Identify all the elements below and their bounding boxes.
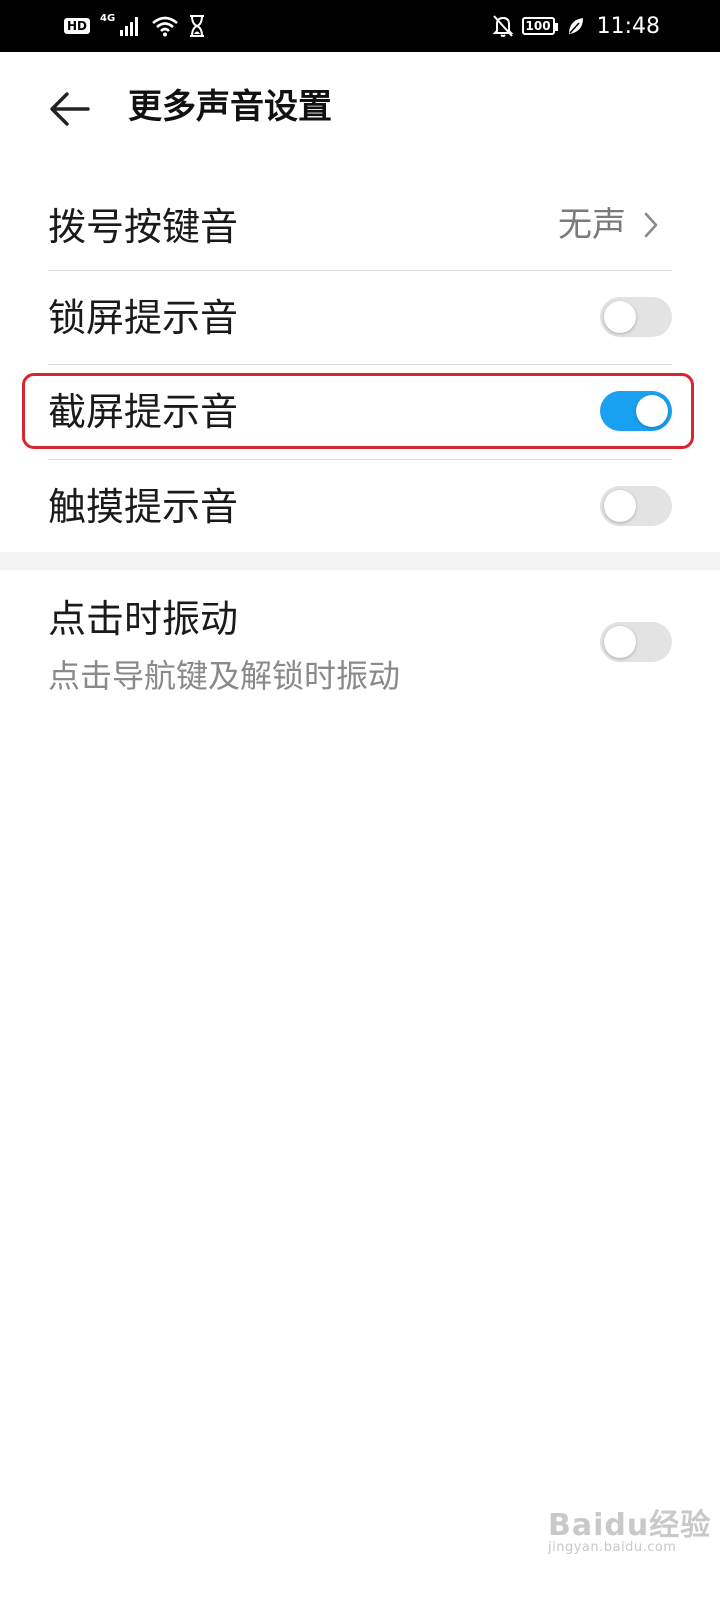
vibrate-on-tap-toggle[interactable]: [600, 622, 672, 662]
toggle-knob: [604, 626, 636, 658]
network-type-label: 4G: [100, 12, 116, 24]
leaf-icon: [568, 18, 583, 34]
vibrate-on-tap-label: 点击时振动: [48, 597, 239, 641]
battery-icon: 100: [521, 17, 558, 35]
dial-tone-label: 拨号按键音: [48, 205, 239, 249]
hourglass-icon: [190, 15, 205, 37]
lock-sound-label: 锁屏提示音: [48, 296, 239, 340]
dial-tone-value: 无声: [558, 205, 626, 245]
hd-badge: HD: [64, 18, 91, 34]
toggle-knob: [604, 490, 636, 522]
app-header: 更多声音设置: [0, 52, 720, 164]
clock: 11:48: [596, 13, 660, 39]
status-bar: HD 4G 100 11:48: [0, 0, 720, 52]
chevron-right-icon: [644, 212, 658, 238]
section-separator: [0, 552, 720, 570]
touch-sound-label: 触摸提示音: [48, 485, 239, 529]
back-arrow-icon[interactable]: [48, 88, 90, 130]
touch-sound-toggle[interactable]: [600, 486, 672, 526]
lock-sound-toggle[interactable]: [600, 297, 672, 337]
signal-icon: [120, 17, 139, 36]
watermark-logo-text: Baidu经验: [548, 1508, 712, 1543]
highlight-annotation-box: [22, 373, 694, 449]
toggle-knob: [604, 301, 636, 333]
wifi-icon: [152, 16, 179, 37]
mute-bell-icon: [492, 15, 513, 37]
page-title: 更多声音设置: [128, 87, 332, 127]
watermark: Baidu经验 jingyan.baidu.com: [548, 1500, 711, 1555]
touch-sound-row[interactable]: 触摸提示音: [0, 460, 720, 552]
lock-sound-row[interactable]: 锁屏提示音: [0, 271, 720, 363]
vibrate-on-tap-row[interactable]: 点击时振动 点击导航键及解锁时振动: [0, 570, 720, 720]
dial-tone-row[interactable]: 拨号按键音 无声: [0, 182, 720, 270]
vibrate-on-tap-summary: 点击导航键及解锁时振动: [48, 657, 401, 695]
